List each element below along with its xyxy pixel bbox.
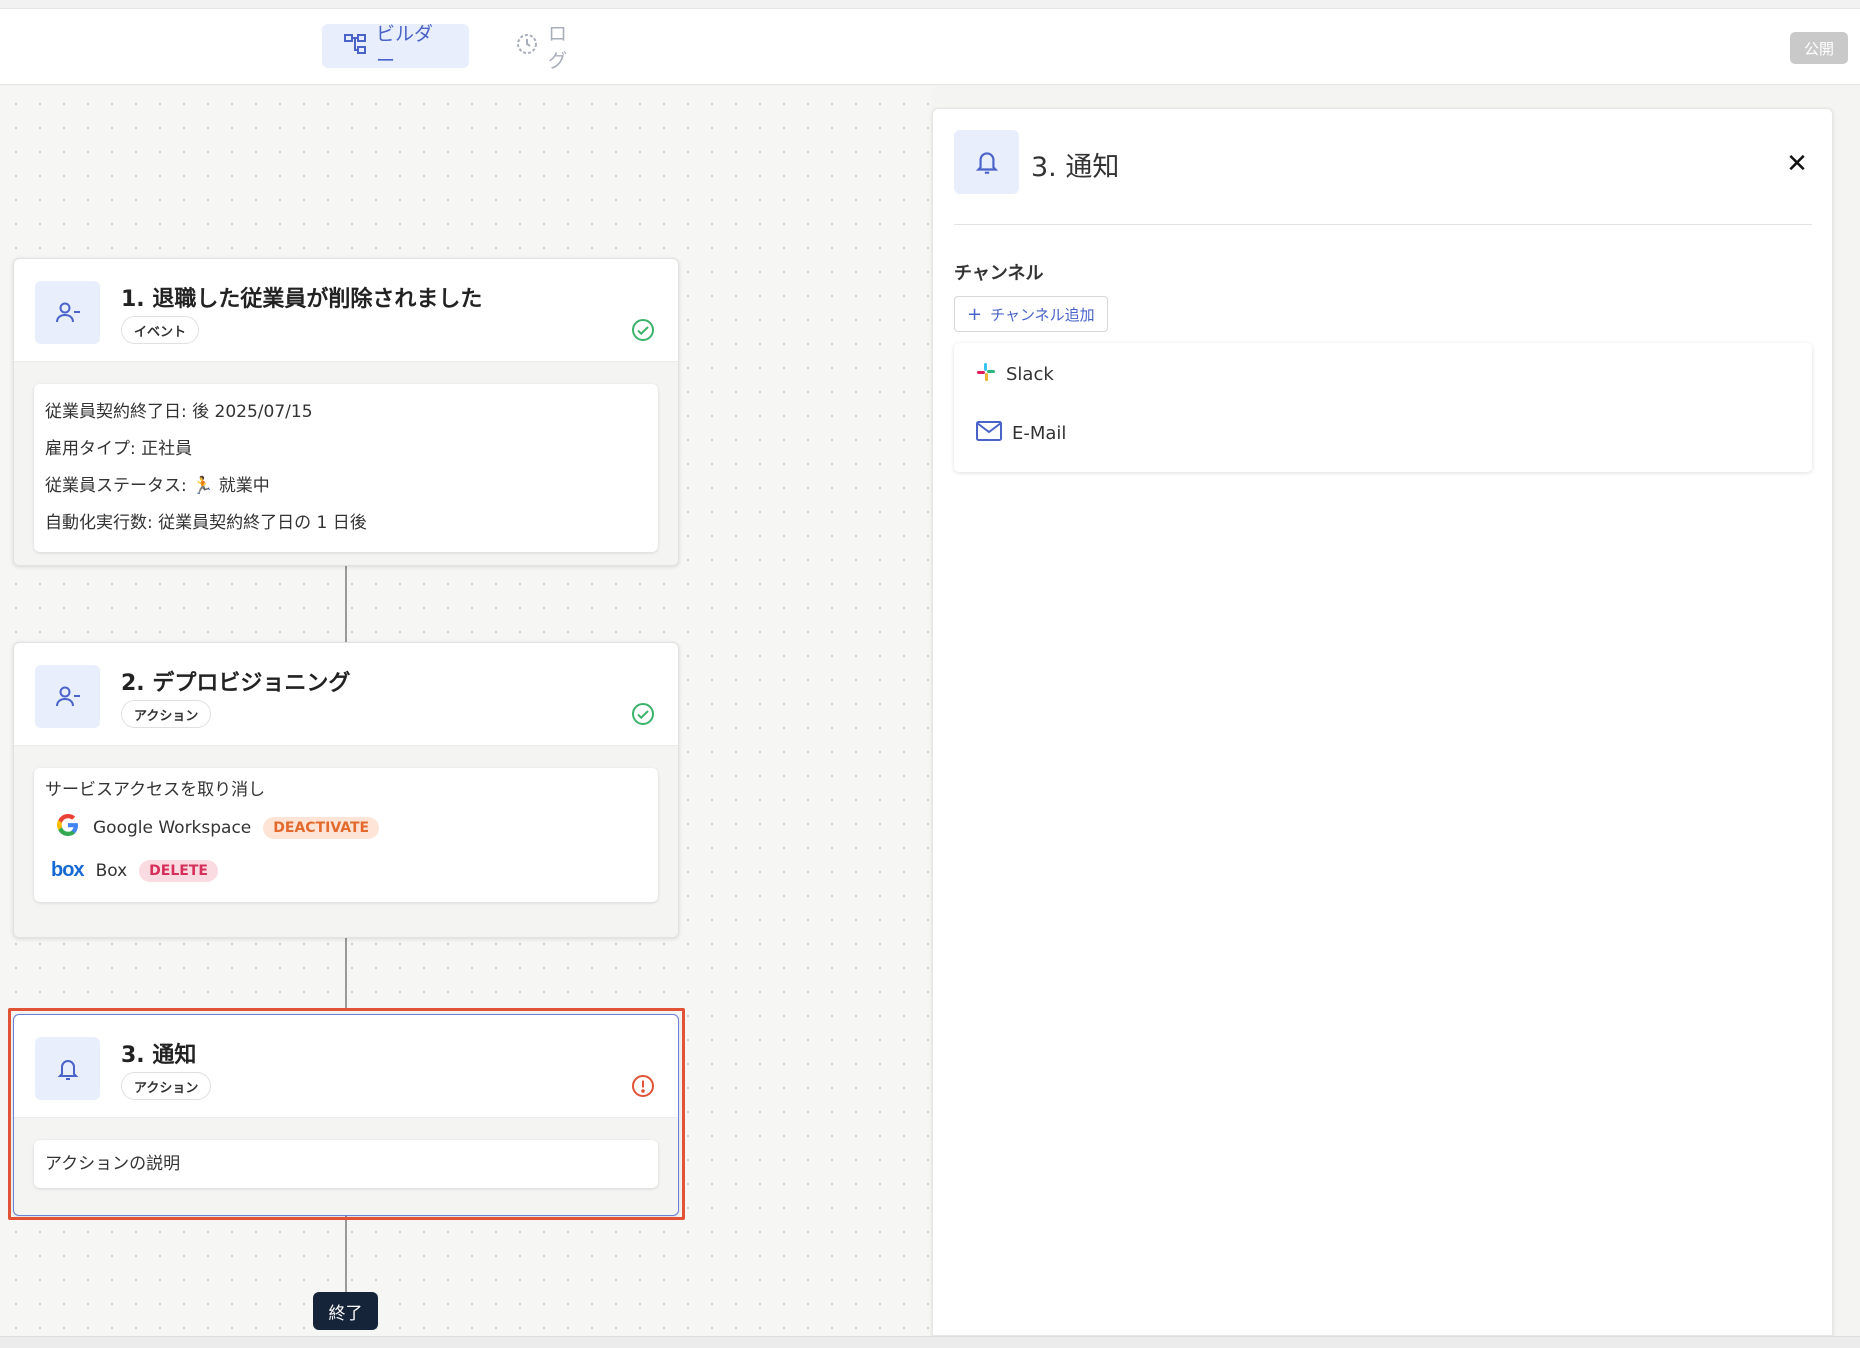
service-row: Google Workspace DEACTIVATE bbox=[45, 806, 647, 849]
node-conditions: 従業員契約終了日: 後 2025/07/15 雇用タイプ: 正社員 従業員ステー… bbox=[34, 384, 658, 552]
description-text: アクションの説明 bbox=[45, 1154, 181, 1174]
channel-dropdown: Slack E-Mail bbox=[954, 343, 1812, 472]
panel-title: 3. 通知 bbox=[1031, 152, 1120, 183]
node-description: アクションの説明 bbox=[34, 1140, 658, 1188]
condition-line: 自動化実行数: 従業員契約終了日の 1 日後 bbox=[45, 513, 367, 533]
node-title: 3. 通知 bbox=[121, 1043, 197, 1068]
services-heading: サービスアクセスを取り消し bbox=[45, 780, 266, 800]
top-toolbar: ビルダー ログ 公開 bbox=[0, 9, 1860, 85]
slack-icon bbox=[976, 362, 996, 387]
condition-line: 従業員契約終了日: 後 2025/07/15 bbox=[45, 402, 313, 422]
mail-icon bbox=[976, 420, 1002, 447]
add-channel-button[interactable]: + チャンネル追加 bbox=[954, 296, 1108, 332]
add-channel-label: チャンネル追加 bbox=[990, 305, 1095, 324]
bell-icon bbox=[954, 130, 1019, 194]
user-remove-icon bbox=[35, 281, 100, 344]
bell-icon bbox=[35, 1037, 100, 1100]
service-name: Box bbox=[95, 860, 128, 881]
node-type-pill: アクション bbox=[121, 700, 212, 728]
channel-label: チャンネル bbox=[954, 263, 1044, 284]
top-strip bbox=[0, 0, 1860, 9]
node-title: 1. 退職した従業員が削除されました bbox=[121, 287, 483, 312]
tab-builder-label: ビルダー bbox=[376, 23, 434, 72]
channel-option-slack[interactable]: Slack bbox=[976, 356, 1054, 392]
condition-line: 雇用タイプ: 正社員 bbox=[45, 439, 193, 459]
node-title: 2. デプロビジョニング bbox=[121, 671, 351, 696]
user-remove-icon bbox=[35, 665, 100, 728]
workflow-node-notification[interactable]: 3. 通知 アクション アクションの説明 bbox=[13, 1014, 679, 1216]
warning-circle-icon bbox=[631, 1074, 655, 1098]
connector-line bbox=[345, 1216, 347, 1292]
workflow-icon bbox=[344, 33, 366, 60]
action-badge: DELETE bbox=[139, 859, 218, 882]
connector-line bbox=[345, 938, 347, 1010]
channel-name: Slack bbox=[1006, 363, 1054, 385]
workflow-node-event[interactable]: 1. 退職した従業員が削除されました イベント 従業員契約終了日: 後 2025… bbox=[13, 258, 679, 566]
node-detail-panel: 3. 通知 ✕ チャンネル + チャンネル追加 Slack E-Mail bbox=[932, 108, 1833, 1336]
node-header: 3. 通知 アクション bbox=[14, 1015, 678, 1118]
bottom-strip bbox=[0, 1336, 1860, 1348]
close-icon[interactable]: ✕ bbox=[1782, 149, 1812, 179]
check-circle-icon bbox=[631, 318, 655, 342]
node-header: 1. 退職した従業員が削除されました イベント bbox=[14, 259, 678, 362]
node-header: 2. デプロビジョニング アクション bbox=[14, 643, 678, 746]
connector-line bbox=[345, 566, 347, 642]
node-services: サービスアクセスを取り消し Google Workspace DEACTIVAT… bbox=[34, 768, 658, 902]
node-type-pill: アクション bbox=[121, 1072, 212, 1100]
workflow-node-deprovisioning[interactable]: 2. デプロビジョニング アクション サービスアクセスを取り消し Google … bbox=[13, 642, 679, 938]
service-name: Google Workspace bbox=[93, 817, 252, 838]
divider bbox=[954, 224, 1812, 225]
tab-log[interactable]: ログ bbox=[494, 23, 604, 72]
condition-line: 従業員ステータス: 🏃 就業中 bbox=[45, 476, 270, 496]
service-row: box Box DELETE bbox=[45, 849, 647, 892]
node-type-pill: イベント bbox=[121, 316, 200, 344]
history-icon bbox=[516, 33, 538, 60]
end-node[interactable]: 終了 bbox=[313, 1292, 378, 1330]
box-logo-icon: box bbox=[51, 859, 85, 881]
tab-builder[interactable]: ビルダー bbox=[322, 23, 469, 72]
tab-log-label: ログ bbox=[548, 23, 568, 72]
google-icon bbox=[55, 812, 81, 843]
channel-option-email[interactable]: E-Mail bbox=[976, 415, 1066, 451]
action-badge: DEACTIVATE bbox=[263, 816, 380, 839]
check-circle-icon bbox=[631, 702, 655, 726]
channel-name: E-Mail bbox=[1012, 422, 1067, 444]
publish-button[interactable]: 公開 bbox=[1790, 32, 1848, 64]
plus-icon: + bbox=[967, 303, 983, 325]
